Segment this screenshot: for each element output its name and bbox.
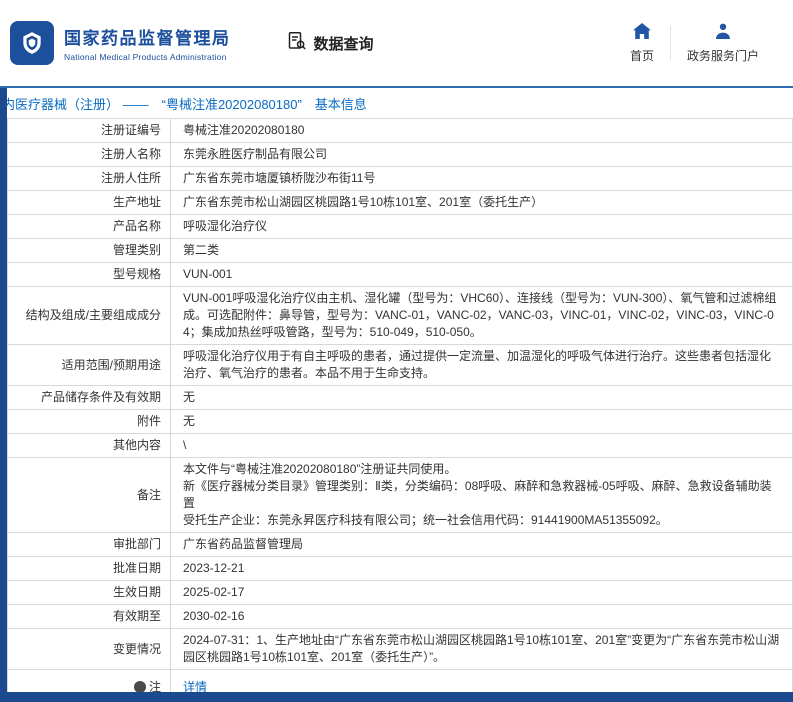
nmpa-logo-icon xyxy=(10,21,54,65)
left-edge-bar xyxy=(0,88,7,702)
row-label: 型号规格 xyxy=(7,262,171,287)
table-row: 注册人住所 广东省东莞市塘厦镇桥陇沙布街11号 xyxy=(7,166,793,191)
row-label: 审批部门 xyxy=(7,532,171,557)
table-row: 型号规格 VUN-001 xyxy=(7,262,793,287)
row-value: 无 xyxy=(170,385,793,410)
row-value: 呼吸湿化治疗仪用于有自主呼吸的患者，通过提供一定流量、加温湿化的呼吸气体进行治疗… xyxy=(170,344,793,386)
row-value: 广东省药品监督管理局 xyxy=(170,532,793,557)
nav-gov-portal-label: 政务服务门户 xyxy=(686,48,759,63)
row-label: 结构及组成/主要组成成分 xyxy=(7,286,171,345)
site-header: 国家药品监督管理局 National Medical Products Admi… xyxy=(0,0,793,86)
row-label: 附件 xyxy=(7,409,171,434)
footer-bar xyxy=(0,692,793,702)
row-value: 2025-02-17 xyxy=(170,580,793,605)
table-row: 管理类别 第二类 xyxy=(7,238,793,263)
row-value: 无 xyxy=(170,409,793,434)
nav-home-label: 首页 xyxy=(629,48,654,63)
row-label: 变更情况 xyxy=(7,628,171,670)
row-label: 注册人名称 xyxy=(7,142,171,167)
table-row: 注册人名称 东莞永胜医疗制品有限公司 xyxy=(7,142,793,167)
row-label: 管理类别 xyxy=(7,238,171,263)
table-row: 注册证编号 粤械注准20202080180 xyxy=(7,118,793,143)
table-row: 适用范围/预期用途 呼吸湿化治疗仪用于有自主呼吸的患者，通过提供一定流量、加温湿化… xyxy=(7,344,793,386)
row-label: 产品名称 xyxy=(7,214,171,239)
table-row: 备注 本文件与“粤械注准20202080180”注册证共同使用。 新《医疗器械分类… xyxy=(7,457,793,533)
table-row: 结构及组成/主要组成成分 VUN-001呼吸湿化治疗仪由主机、湿化罐（型号为：VH… xyxy=(7,286,793,345)
row-label: 有效期至 xyxy=(7,604,171,629)
row-value: 呼吸湿化治疗仪 xyxy=(170,214,793,239)
home-icon xyxy=(632,22,651,42)
table-row: 生效日期 2025-02-17 xyxy=(7,580,793,605)
row-value: VUN-001呼吸湿化治疗仪由主机、湿化罐（型号为：VHC60）、连接线（型号为… xyxy=(170,286,793,345)
top-nav: 首页 政务服务门户 xyxy=(614,22,775,64)
row-value: 2023-12-21 xyxy=(170,556,793,581)
person-icon xyxy=(714,23,732,42)
table-row: 批准日期 2023-12-21 xyxy=(7,556,793,581)
table-row: 产品名称 呼吸湿化治疗仪 xyxy=(7,214,793,239)
info-table: 注册证编号 粤械注准20202080180 注册人名称 东莞永胜医疗制品有限公司 注册人… xyxy=(7,118,793,702)
table-row: 变更情况 2024-07-31：1、生产地址由“广东省东莞市松山湖园区桃园路1号1… xyxy=(7,628,793,670)
page: 国家药品监督管理局 National Medical Products Admi… xyxy=(0,0,793,702)
breadcrumb: 内医疗器械（注册） —— “粤械注准20202080180” 基本信息 xyxy=(0,88,793,118)
row-value: 广东省东莞市松山湖园区桃园路1号10栋101室、201室（委托生产） xyxy=(170,190,793,215)
table-row: 生产地址 广东省东莞市松山湖园区桃园路1号10栋101室、201室（委托生产） xyxy=(7,190,793,215)
row-label: 批准日期 xyxy=(7,556,171,581)
site-title: 国家药品监督管理局 xyxy=(64,29,231,48)
nav-home[interactable]: 首页 xyxy=(614,22,670,64)
row-value: 2030-02-16 xyxy=(170,604,793,629)
row-value: 本文件与“粤械注准20202080180”注册证共同使用。 新《医疗器械分类目录… xyxy=(170,457,793,533)
row-value: \ xyxy=(170,433,793,458)
row-label: 适用范围/预期用途 xyxy=(7,344,171,386)
data-query-icon xyxy=(287,31,307,55)
table-row: 审批部门 广东省药品监督管理局 xyxy=(7,532,793,557)
row-value: 广东省东莞市塘厦镇桥陇沙布街11号 xyxy=(170,166,793,191)
nmpa-logo: 国家药品监督管理局 National Medical Products Admi… xyxy=(10,21,231,65)
row-value: VUN-001 xyxy=(170,262,793,287)
row-label: 其他内容 xyxy=(7,433,171,458)
section-title: 数据查询 xyxy=(287,31,374,55)
row-label: 生效日期 xyxy=(7,580,171,605)
table-row: 附件无 xyxy=(7,409,793,434)
row-label: 产品储存条件及有效期 xyxy=(7,385,171,410)
table-row: 产品储存条件及有效期无 xyxy=(7,385,793,410)
row-value: 东莞永胜医疗制品有限公司 xyxy=(170,142,793,167)
table-row: 其他内容 \ xyxy=(7,433,793,458)
table-row: 有效期至 2030-02-16 xyxy=(7,604,793,629)
row-value: 第二类 xyxy=(170,238,793,263)
section-title-label: 数据查询 xyxy=(313,35,374,53)
row-value: 2024-07-31：1、生产地址由“广东省东莞市松山湖园区桃园路1号10栋10… xyxy=(170,628,793,670)
row-label: 注册证编号 xyxy=(7,118,171,143)
row-label: 备注 xyxy=(7,457,171,533)
site-subtitle: National Medical Products Administration xyxy=(64,52,227,62)
row-value: 粤械注准20202080180 xyxy=(170,118,793,143)
nav-gov-portal[interactable]: 政务服务门户 xyxy=(671,23,775,64)
main-content: 注册证编号 粤械注准20202080180 注册人名称 东莞永胜医疗制品有限公司 注册人… xyxy=(0,118,793,702)
row-label: 生产地址 xyxy=(7,190,171,215)
breadcrumb-text: 内医疗器械（注册） —— “粤械注准20202080180” 基本信息 xyxy=(2,96,367,112)
row-label: 注册人住所 xyxy=(7,166,171,191)
